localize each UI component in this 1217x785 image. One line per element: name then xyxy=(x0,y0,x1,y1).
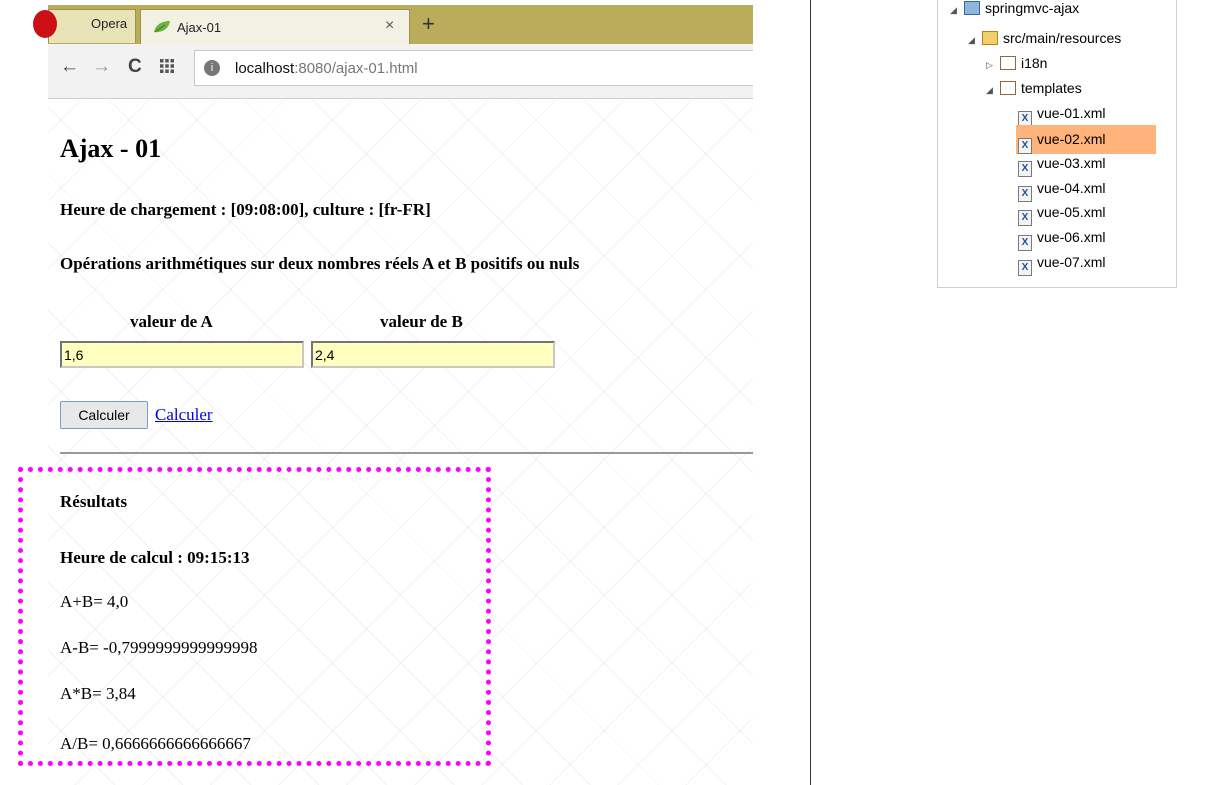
tree-file-label: vue-03.xml xyxy=(1037,155,1106,171)
tree-node-i18n[interactable]: ▷ i18n xyxy=(986,52,1047,74)
package-icon xyxy=(1000,56,1016,70)
vertical-separator xyxy=(810,0,811,785)
tab-ajax-01[interactable]: Ajax-01 × xyxy=(140,9,410,44)
value-b-label: valeur de B xyxy=(380,312,463,331)
xml-file-icon: X xyxy=(1018,235,1032,251)
tree-node-project[interactable]: ◢ springmvc-ajax xyxy=(950,0,1079,19)
tree-file-label: vue-01.xml xyxy=(1037,105,1106,121)
page-content: Ajax - 01 Heure de chargement : [09:08:0… xyxy=(48,100,753,785)
tree-node-label: i18n xyxy=(1021,55,1048,71)
value-b-input[interactable] xyxy=(311,341,555,368)
load-time-info: Heure de chargement : [09:08:00], cultur… xyxy=(60,200,431,219)
url-host: localhost xyxy=(235,60,295,77)
xml-file-icon: X xyxy=(1018,161,1032,177)
tab-title: Ajax-01 xyxy=(177,20,222,35)
reload-icon[interactable]: C xyxy=(128,56,142,78)
expanded-triangle-icon[interactable]: ◢ xyxy=(968,29,982,51)
tree-file-label: vue-06.xml xyxy=(1037,229,1106,245)
result-product: A*B= 3,84 xyxy=(60,684,136,703)
tree-node-label: springmvc-ajax xyxy=(985,0,1080,16)
tree-file-label: vue-04.xml xyxy=(1037,180,1106,196)
opera-menu-button[interactable]: Opera xyxy=(33,9,136,43)
tree-file-vue-01[interactable]: Xvue-01.xml xyxy=(1018,102,1106,127)
page-title: Ajax - 01 xyxy=(60,134,162,163)
xml-file-icon: X xyxy=(1018,186,1032,202)
maven-project-icon xyxy=(964,1,980,15)
browser-window: Opera Ajax-01 × + ← → C i localhost:8080… xyxy=(0,0,753,785)
tree-file-label: vue-07.xml xyxy=(1037,254,1106,270)
url-path: :8080/ajax-01.html xyxy=(294,60,418,77)
project-explorer-tree: ◢ springmvc-ajax ◢ src/main/resources ▷ i18… xyxy=(937,0,1177,288)
result-difference: A-B= -0,7999999999999998 xyxy=(60,638,258,657)
tree-file-vue-06[interactable]: Xvue-06.xml xyxy=(1018,226,1106,251)
tree-file-label: vue-02.xml xyxy=(1037,131,1106,147)
operations-heading: Opérations arithmétiques sur deux nombre… xyxy=(60,254,580,273)
url-field[interactable]: i localhost:8080/ajax-01.html xyxy=(194,50,753,86)
speed-dial-grid-icon[interactable] xyxy=(160,59,174,73)
calculate-link[interactable]: Calculer xyxy=(155,405,213,425)
tree-node-src-main-resources[interactable]: ◢ src/main/resources xyxy=(968,27,1121,49)
value-a-input[interactable] xyxy=(60,341,304,368)
calculation-time: Heure de calcul : 09:15:13 xyxy=(60,548,250,567)
tree-file-vue-07[interactable]: Xvue-07.xml xyxy=(1018,251,1106,276)
horizontal-divider xyxy=(60,452,753,454)
tree-file-label: vue-05.xml xyxy=(1037,204,1106,220)
expanded-triangle-icon[interactable]: ◢ xyxy=(986,79,1000,101)
url-text: localhost:8080/ajax-01.html xyxy=(235,60,418,77)
site-info-icon[interactable]: i xyxy=(204,60,220,76)
results-heading: Résultats xyxy=(60,492,128,511)
address-bar: ← → C i localhost:8080/ajax-01.html xyxy=(48,44,753,99)
tab-bar: Opera Ajax-01 × + xyxy=(33,5,753,44)
forward-arrow-icon[interactable]: → xyxy=(92,56,111,78)
xml-file-icon: X xyxy=(1018,260,1032,276)
calculate-button[interactable]: Calculer xyxy=(60,401,148,429)
tree-node-templates[interactable]: ◢ templates xyxy=(986,77,1082,99)
tree-node-label: templates xyxy=(1021,80,1082,96)
back-arrow-icon[interactable]: ← xyxy=(60,56,79,78)
opera-logo-icon xyxy=(33,10,57,38)
source-folder-icon xyxy=(982,31,998,45)
new-tab-button[interactable]: + xyxy=(422,11,435,37)
result-division: A/B= 0,6666666666666667 xyxy=(60,734,251,753)
tree-node-label: src/main/resources xyxy=(1003,30,1122,46)
tree-file-vue-04[interactable]: Xvue-04.xml xyxy=(1018,177,1106,202)
xml-file-icon: X xyxy=(1018,210,1032,226)
tree-file-vue-02-selected[interactable]: Xvue-02.xml xyxy=(1016,125,1156,154)
tab-close-icon[interactable]: × xyxy=(385,17,394,35)
result-sum: A+B= 4,0 xyxy=(60,592,129,611)
expanded-triangle-icon[interactable]: ◢ xyxy=(950,0,964,21)
collapsed-triangle-icon[interactable]: ▷ xyxy=(986,54,1000,76)
tree-file-vue-05[interactable]: Xvue-05.xml xyxy=(1018,201,1106,226)
leaf-favicon-icon xyxy=(154,21,170,33)
value-a-label: valeur de A xyxy=(130,312,213,331)
tree-file-vue-03[interactable]: Xvue-03.xml xyxy=(1018,152,1106,177)
opera-menu-label: Opera xyxy=(91,16,128,31)
package-icon xyxy=(1000,81,1016,95)
